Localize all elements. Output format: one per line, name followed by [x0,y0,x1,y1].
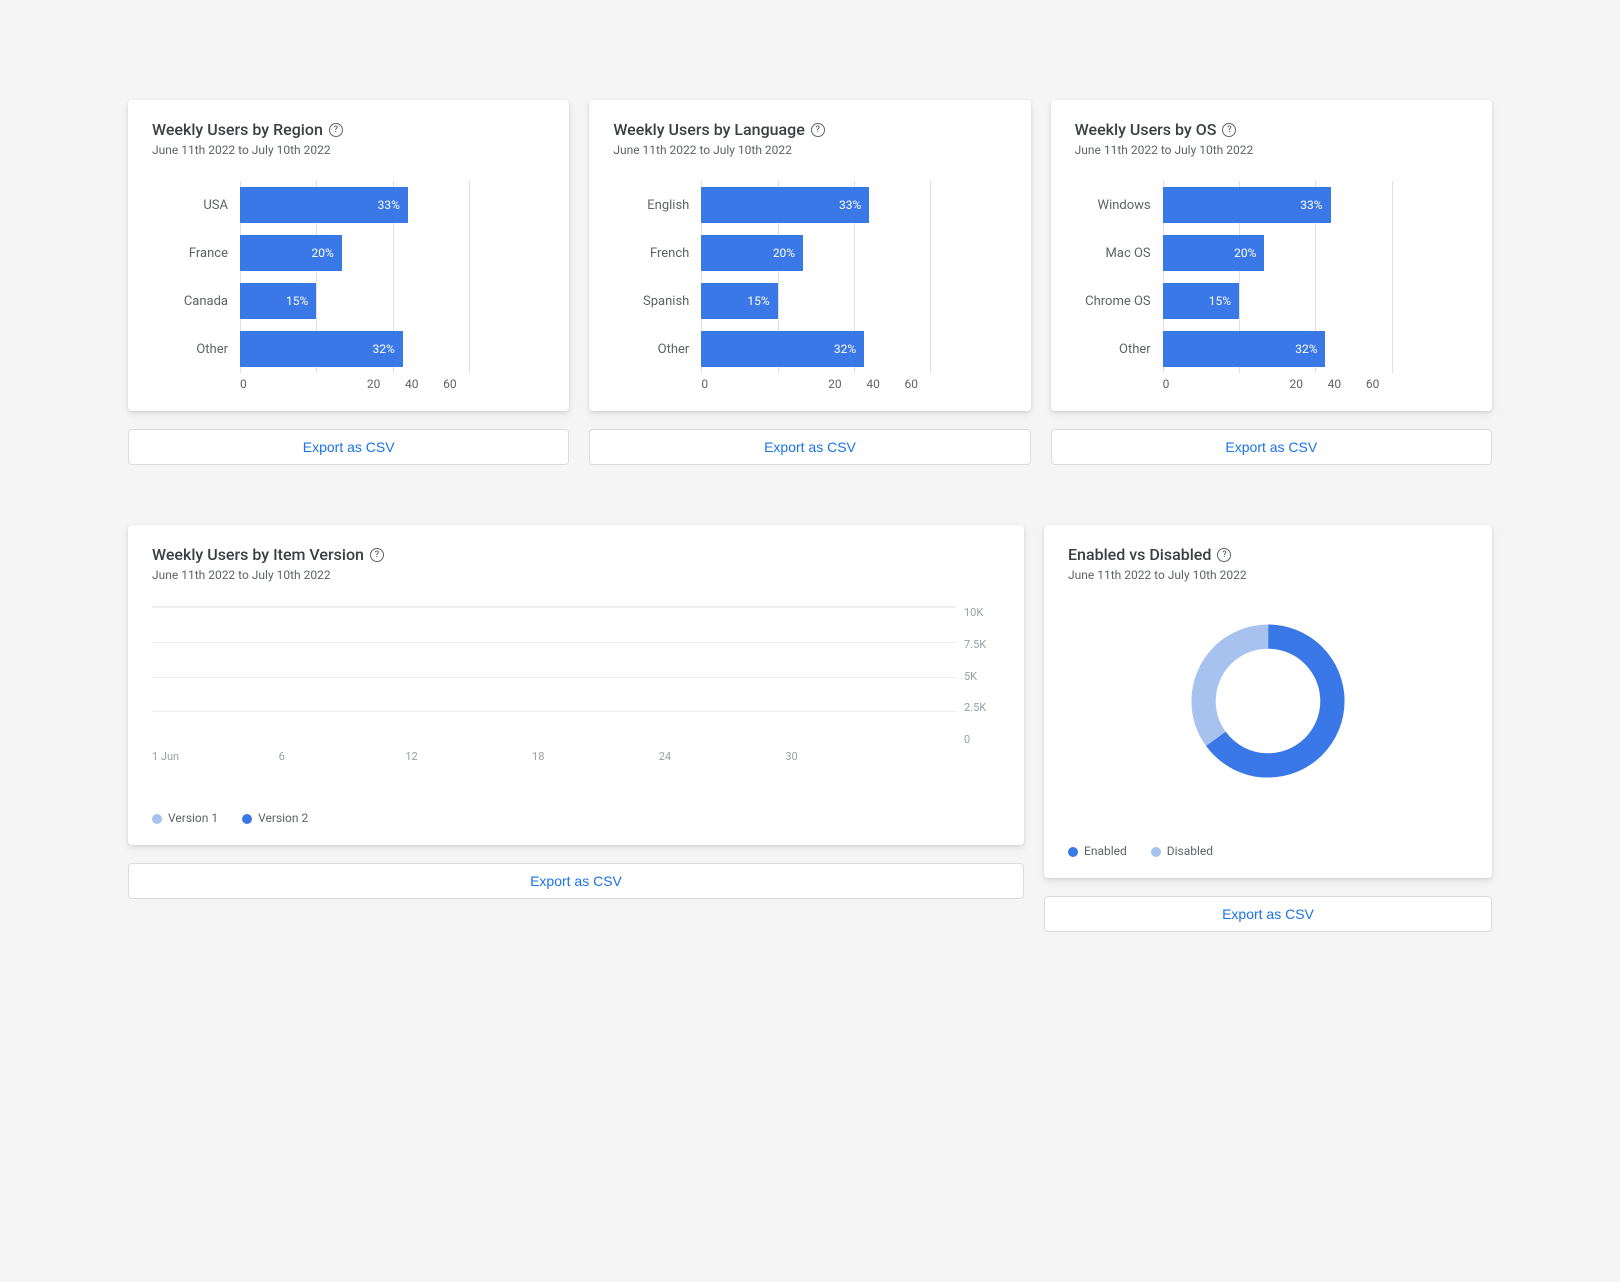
card-title-enabled: Enabled vs Disabled ? [1068,545,1468,564]
export-csv-button[interactable]: Export as CSV [1044,896,1492,932]
card-os: Weekly Users by OS ? June 11th 2022 to J… [1051,100,1492,411]
card-title-text: Weekly Users by OS [1075,120,1217,139]
hbar-bar: 32% [701,331,864,367]
legend-label: Disabled [1167,844,1213,858]
help-icon[interactable]: ? [811,123,825,137]
help-icon[interactable]: ? [370,548,384,562]
card-title-text: Weekly Users by Region [152,120,323,139]
card-subtitle: June 11th 2022 to July 10th 2022 [1068,568,1468,582]
hbar-category-label: France [152,229,228,277]
card-title-region: Weekly Users by Region ? [152,120,545,139]
legend-dot-enabled [1068,847,1078,857]
export-csv-button[interactable]: Export as CSV [589,429,1030,465]
card-subtitle: June 11th 2022 to July 10th 2022 [1075,143,1468,157]
hbar-category-label: French [613,229,689,277]
hbar-category-label: Chrome OS [1075,277,1151,325]
hbar-category-label: USA [152,181,228,229]
hbar-bar: 20% [240,235,342,271]
legend-label: Enabled [1084,844,1127,858]
legend-version: Version 1 Version 2 [152,811,1000,825]
hbar-bar: 33% [1163,187,1331,223]
hbar-bar: 15% [1163,283,1239,319]
chart-language: EnglishFrenchSpanishOther33%20%15%32%020… [613,181,1006,391]
card-subtitle: June 11th 2022 to July 10th 2022 [152,568,1000,582]
card-title-text: Enabled vs Disabled [1068,545,1211,564]
chart-os: WindowsMac OSChrome OSOther33%20%15%32%0… [1075,181,1468,391]
legend-label: Version 1 [168,811,218,825]
card-title-os: Weekly Users by OS ? [1075,120,1468,139]
hbar-category-label: Other [1075,325,1151,373]
hbar-bar: 15% [240,283,316,319]
card-enabled: Enabled vs Disabled ? June 11th 2022 to … [1044,525,1492,878]
legend-dot-v2 [242,814,252,824]
chart-region: USAFranceCanadaOther33%20%15%32%0204060 [152,181,545,391]
card-title-version: Weekly Users by Item Version ? [152,545,1000,564]
hbar-category-label: Other [613,325,689,373]
export-csv-button[interactable]: Export as CSV [128,863,1024,899]
card-region: Weekly Users by Region ? June 11th 2022 … [128,100,569,411]
export-csv-button[interactable]: Export as CSV [128,429,569,465]
help-icon[interactable]: ? [1222,123,1236,137]
hbar-bar: 33% [701,187,869,223]
card-title-language: Weekly Users by Language ? [613,120,1006,139]
hbar-category-label: Mac OS [1075,229,1151,277]
hbar-bar: 33% [240,187,408,223]
hbar-category-label: Spanish [613,277,689,325]
hbar-bar: 15% [701,283,777,319]
legend-label: Version 2 [258,811,308,825]
donut-chart [1183,616,1353,786]
hbar-bar: 32% [240,331,403,367]
help-icon[interactable]: ? [329,123,343,137]
hbar-category-label: Other [152,325,228,373]
help-icon[interactable]: ? [1217,548,1231,562]
card-title-text: Weekly Users by Item Version [152,545,364,564]
card-title-text: Weekly Users by Language [613,120,804,139]
hbar-bar: 32% [1163,331,1326,367]
card-version: Weekly Users by Item Version ? June 11th… [128,525,1024,845]
hbar-category-label: Windows [1075,181,1151,229]
hbar-category-label: English [613,181,689,229]
hbar-bar: 20% [701,235,803,271]
legend-dot-v1 [152,814,162,824]
chart-version: 1 Jun612182430 10K7.5K5K2.5K0 [152,606,1000,763]
chart-enabled [1068,606,1468,796]
legend-dot-disabled [1151,847,1161,857]
legend-enabled: Enabled Disabled [1068,844,1468,858]
card-subtitle: June 11th 2022 to July 10th 2022 [613,143,1006,157]
hbar-bar: 20% [1163,235,1265,271]
card-language: Weekly Users by Language ? June 11th 202… [589,100,1030,411]
export-csv-button[interactable]: Export as CSV [1051,429,1492,465]
card-subtitle: June 11th 2022 to July 10th 2022 [152,143,545,157]
hbar-category-label: Canada [152,277,228,325]
